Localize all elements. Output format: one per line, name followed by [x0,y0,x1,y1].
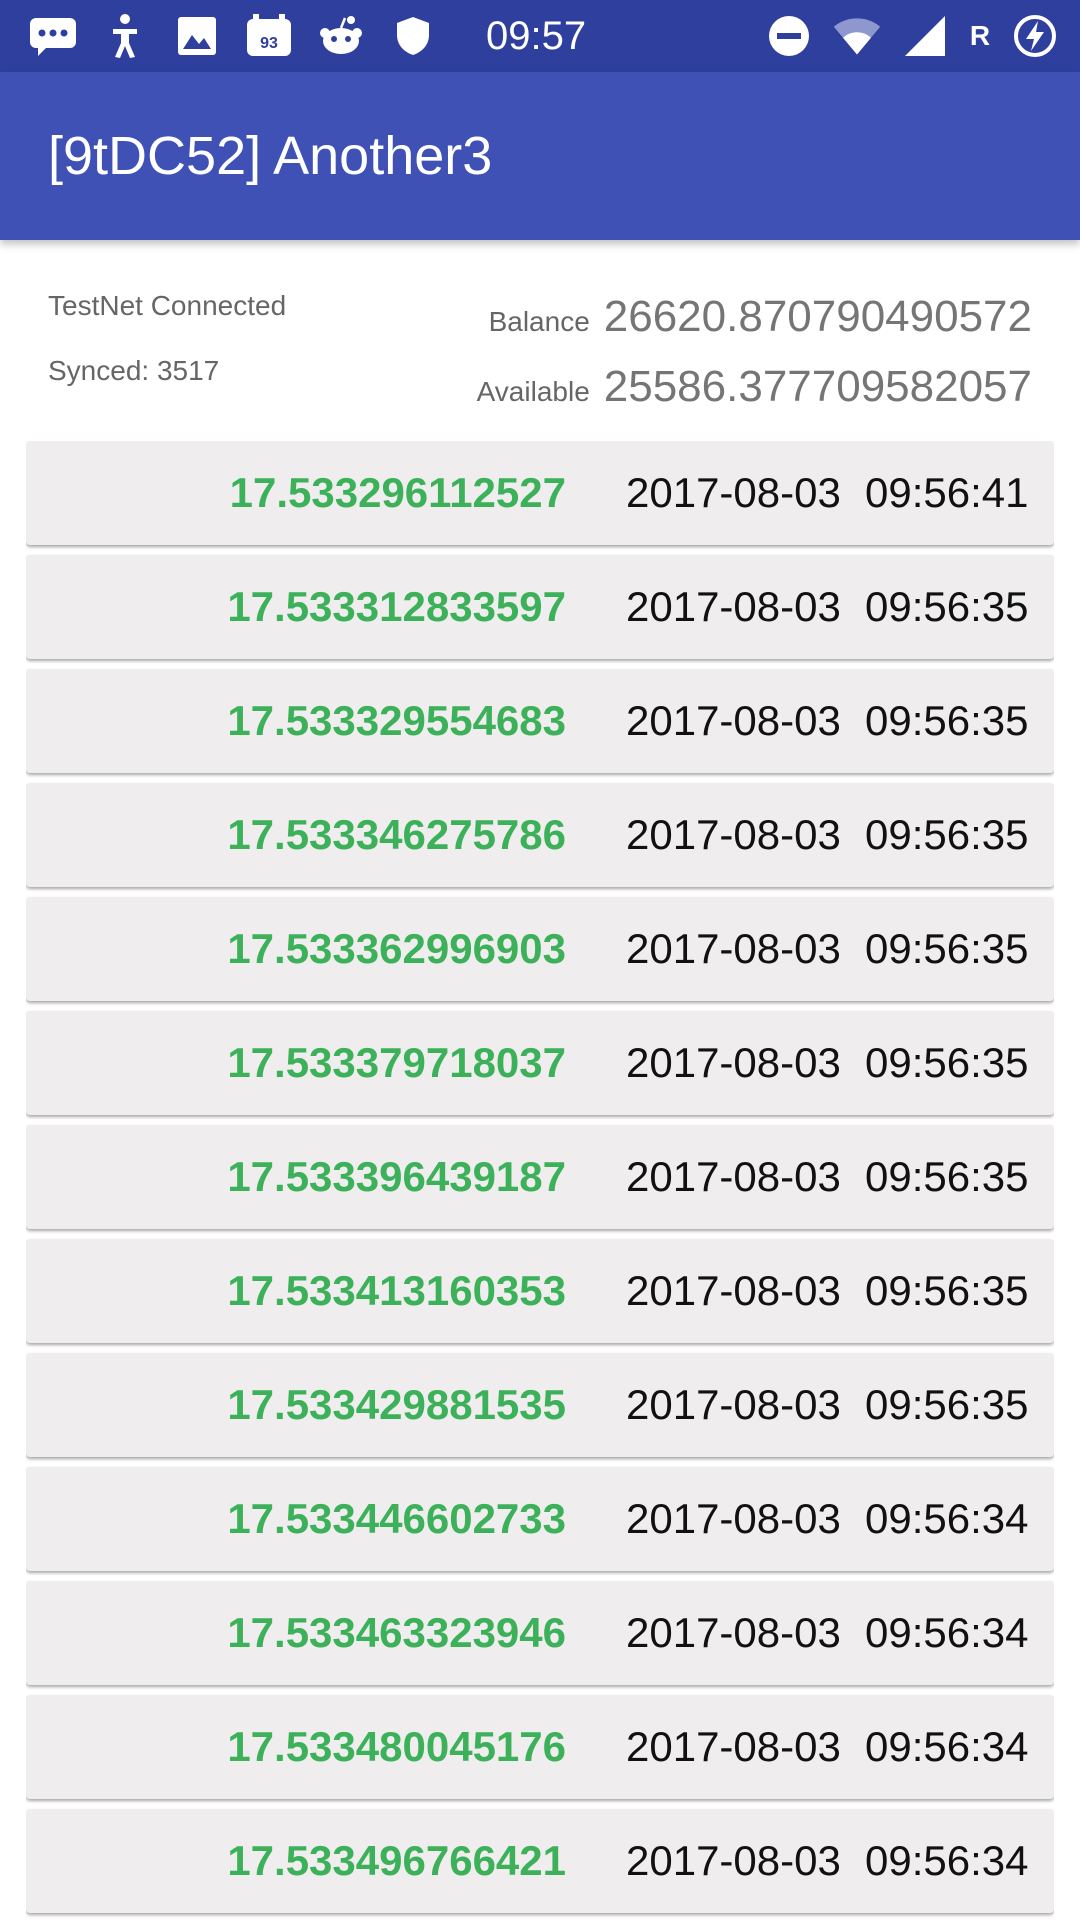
transaction-date: 2017-08-03 [626,583,841,630]
wallet-title: [9tDC52] Another3 [48,126,493,186]
balance-value: 26620.870790490572 [603,292,1032,341]
transaction-row[interactable]: 17.533480045176 2017-08-03 09:56:34 [26,1695,1054,1799]
transaction-list[interactable]: 17.533296112527 2017-08-03 09:56:41 17.5… [26,441,1054,1920]
transaction-time: 09:56:34 [865,1723,1029,1770]
transaction-date: 2017-08-03 [626,925,841,972]
transaction-date: 2017-08-03 [626,1723,841,1770]
transaction-amount: 17.533396439187 [227,1153,566,1200]
balance-row: Balance 26620.870790490572 [489,292,1032,342]
transaction-date: 2017-08-03 [626,1267,841,1314]
transaction-date: 2017-08-03 [626,1039,841,1086]
transaction-amount: 17.533496766421 [227,1837,566,1884]
system-icons: R [764,0,1060,72]
transaction-date: 2017-08-03 [626,1153,841,1200]
available-label: Available [476,376,590,407]
svg-text:93: 93 [260,35,278,52]
transaction-row[interactable]: 17.533312833597 2017-08-03 09:56:35 [26,555,1054,659]
transaction-row[interactable]: 17.533463323946 2017-08-03 09:56:34 [26,1581,1054,1685]
transaction-amount: 17.533346275786 [227,811,566,858]
transaction-row[interactable]: 17.533346275786 2017-08-03 09:56:35 [26,783,1054,887]
transaction-time: 09:56:35 [865,583,1029,630]
transaction-time: 09:56:41 [865,469,1029,516]
transaction-date: 2017-08-03 [626,469,841,516]
transaction-time: 09:56:35 [865,697,1029,744]
available-row: Available 25586.377709582057 [477,362,1032,412]
transaction-amount: 17.533312833597 [227,583,566,630]
transaction-row[interactable]: 17.533496766421 2017-08-03 09:56:34 [26,1809,1054,1913]
transaction-amount: 17.533379718037 [227,1039,566,1086]
calendar-badge-icon: 93 [244,11,294,61]
transaction-time: 09:56:35 [865,1153,1029,1200]
transaction-amount: 17.533480045176 [227,1723,566,1770]
transaction-time: 09:56:34 [865,1837,1029,1884]
transaction-amount: 17.533296112527 [229,469,566,516]
transaction-date: 2017-08-03 [626,1381,841,1428]
transaction-time: 09:56:34 [865,1609,1029,1656]
transaction-time: 09:56:35 [865,1267,1029,1314]
sync-status: Synced: 3517 [48,355,220,386]
image-icon [172,11,222,61]
transaction-time: 09:56:35 [865,1039,1029,1086]
transaction-date: 2017-08-03 [626,811,841,858]
transaction-row[interactable]: 17.533413160353 2017-08-03 09:56:35 [26,1239,1054,1343]
connection-status: TestNet Connected [48,290,287,321]
battery-charging-icon [1010,11,1060,61]
transaction-time: 09:56:35 [865,925,1029,972]
transaction-date: 2017-08-03 [626,1837,841,1884]
app-bar: [9tDC52] Another3 [0,72,1080,240]
wifi-icon [832,11,882,61]
transaction-row[interactable]: 17.533296112527 2017-08-03 09:56:41 [26,441,1054,545]
shield-icon [388,11,438,61]
transaction-amount: 17.533362996903 [227,925,566,972]
transaction-time: 09:56:34 [865,1495,1029,1542]
message-icon [28,11,78,61]
status-time: 09:57 [486,14,587,58]
reddit-icon [316,11,366,61]
wallet-summary: TestNet Connected Synced: 3517 Balance 2… [0,240,1080,440]
transaction-row[interactable]: 17.533396439187 2017-08-03 09:56:35 [26,1125,1054,1229]
transaction-date: 2017-08-03 [626,697,841,744]
signal-icon [900,11,950,61]
transaction-row[interactable]: 17.533446602733 2017-08-03 09:56:34 [26,1467,1054,1571]
transaction-row[interactable]: 17.533379718037 2017-08-03 09:56:35 [26,1011,1054,1115]
roaming-label: R [969,20,991,51]
transaction-row[interactable]: 17.533329554683 2017-08-03 09:56:35 [26,669,1054,773]
transaction-date: 2017-08-03 [626,1609,841,1656]
balance-label: Balance [488,306,590,337]
transaction-time: 09:56:35 [865,811,1029,858]
transaction-date: 2017-08-03 [626,1495,841,1542]
transaction-amount: 17.533329554683 [227,697,566,744]
transaction-amount: 17.533463323946 [227,1609,566,1656]
status-bar: 93 09:57 R [0,0,1080,72]
available-value: 25586.377709582057 [603,362,1032,411]
transaction-row[interactable]: 17.533429881535 2017-08-03 09:56:35 [26,1353,1054,1457]
transaction-amount: 17.533429881535 [227,1381,566,1428]
notification-icons: 93 [28,0,438,72]
transaction-time: 09:56:35 [865,1381,1029,1428]
do-not-disturb-icon [764,11,814,61]
transaction-row[interactable]: 17.533362996903 2017-08-03 09:56:35 [26,897,1054,1001]
transaction-amount: 17.533413160353 [227,1267,566,1314]
accessibility-icon [100,11,150,61]
transaction-amount: 17.533446602733 [227,1495,566,1542]
